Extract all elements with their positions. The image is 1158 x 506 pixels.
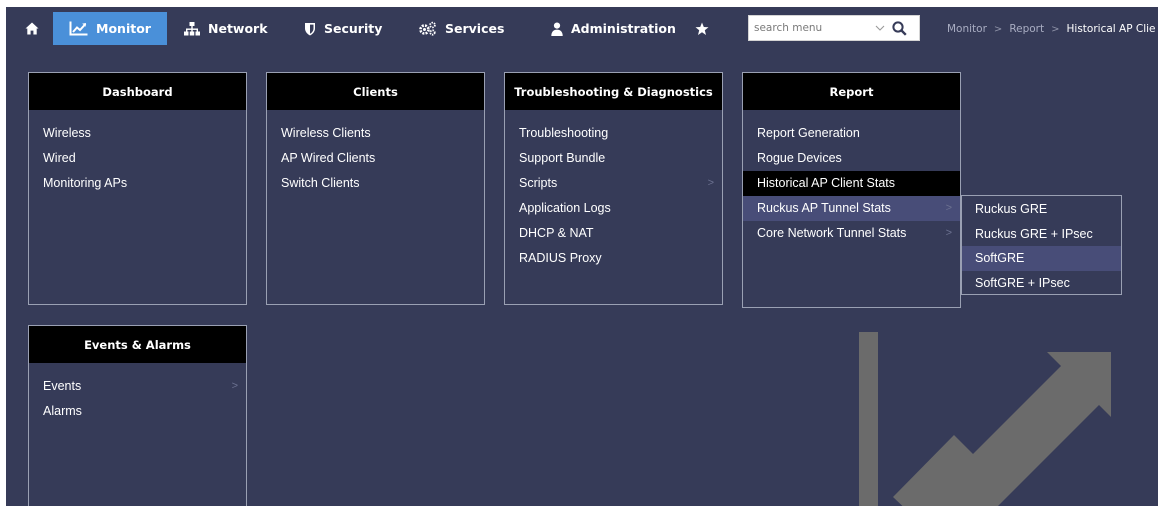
breadcrumb-separator-icon: >: [993, 23, 1003, 35]
nav-home-button[interactable]: [20, 12, 44, 45]
menu-panel-report: Report Report Generation Rogue Devices H…: [742, 72, 961, 308]
submenu-item-ruckus-gre-ipsec[interactable]: Ruckus GRE + IPsec: [962, 222, 1121, 247]
panel-title-troubleshooting: Troubleshooting & Diagnostics: [505, 73, 722, 110]
menu-item-alarms[interactable]: Alarms: [29, 399, 246, 424]
submenu-item-softgre[interactable]: SoftGRE: [962, 246, 1121, 271]
home-icon: [25, 22, 39, 35]
menu-item-scripts-label: Scripts: [519, 176, 558, 190]
breadcrumb-separator-icon: >: [1051, 23, 1060, 35]
menu-item-report-generation[interactable]: Report Generation: [743, 121, 960, 146]
nav-administration-tab[interactable]: Administration: [551, 12, 691, 45]
top-nav-bar: Monitor Network Security Services Admini…: [6, 7, 1158, 49]
nav-network-label: Network: [208, 21, 268, 36]
submenu-item-ruckus-gre[interactable]: Ruckus GRE: [962, 197, 1121, 222]
sitemap-icon: [184, 21, 200, 36]
menu-item-wireless[interactable]: Wireless: [29, 121, 246, 146]
chevron-right-icon: >: [945, 227, 952, 239]
chart-arrow-watermark-icon: [859, 332, 1111, 506]
nav-monitor-tab[interactable]: Monitor: [53, 12, 167, 45]
menu-item-ruckus-ap-tunnel-stats[interactable]: Ruckus AP Tunnel Stats >: [743, 196, 960, 221]
search-icon[interactable]: [888, 20, 910, 36]
menu-item-core-network-tunnel-stats[interactable]: Core Network Tunnel Stats >: [743, 221, 960, 246]
user-icon: [551, 22, 563, 36]
chevron-right-icon: >: [707, 177, 714, 189]
breadcrumb: Monitor > Report > Historical AP Clie: [947, 20, 1156, 38]
breadcrumb-current: Historical AP Clie: [1066, 23, 1156, 35]
chevron-right-icon: >: [945, 202, 952, 214]
nav-services-label: Services: [445, 21, 505, 36]
menu-item-core-network-tunnel-stats-label: Core Network Tunnel Stats: [757, 226, 907, 240]
nav-security-tab[interactable]: Security: [304, 12, 394, 45]
menu-item-rogue-devices[interactable]: Rogue Devices: [743, 146, 960, 171]
panel-title-report: Report: [743, 73, 960, 110]
menu-item-ap-wired-clients[interactable]: AP Wired Clients: [267, 146, 484, 171]
favorites-button[interactable]: [690, 12, 714, 45]
menu-item-support-bundle[interactable]: Support Bundle: [505, 146, 722, 171]
nav-monitor-label: Monitor: [96, 21, 151, 36]
menu-item-application-logs[interactable]: Application Logs: [505, 196, 722, 221]
shield-icon: [304, 22, 316, 36]
menu-panel-clients: Clients Wireless Clients AP Wired Client…: [266, 72, 485, 305]
chevron-down-icon[interactable]: [872, 25, 888, 31]
breadcrumb-report[interactable]: Report: [1009, 23, 1044, 35]
gears-icon: [418, 21, 437, 36]
menu-item-radius-proxy[interactable]: RADIUS Proxy: [505, 246, 722, 271]
star-icon: [695, 22, 709, 36]
menu-panel-events-alarms: Events & Alarms Events > Alarms: [28, 325, 247, 506]
panel-title-dashboard: Dashboard: [29, 73, 246, 110]
submenu-item-softgre-ipsec[interactable]: SoftGRE + IPsec: [962, 271, 1121, 296]
breadcrumb-monitor[interactable]: Monitor: [947, 23, 987, 35]
menu-item-wireless-clients[interactable]: Wireless Clients: [267, 121, 484, 146]
menu-item-troubleshooting[interactable]: Troubleshooting: [505, 121, 722, 146]
menu-item-events-label: Events: [43, 379, 82, 393]
menu-item-historical-ap-client-stats[interactable]: Historical AP Client Stats: [743, 171, 960, 196]
nav-network-tab[interactable]: Network: [184, 12, 274, 45]
submenu-ruckus-ap-tunnel-stats: Ruckus GRE Ruckus GRE + IPsec SoftGRE So…: [961, 195, 1122, 295]
search-input[interactable]: [754, 17, 872, 39]
chevron-right-icon: >: [231, 380, 238, 392]
menu-item-monitoring-aps[interactable]: Monitoring APs: [29, 171, 246, 196]
panel-title-events-alarms: Events & Alarms: [29, 326, 246, 363]
panel-title-clients: Clients: [267, 73, 484, 110]
app-window: Monitor Network Security Services Admini…: [6, 7, 1158, 506]
menu-item-wired[interactable]: Wired: [29, 146, 246, 171]
nav-security-label: Security: [324, 21, 383, 36]
menu-panel-dashboard: Dashboard Wireless Wired Monitoring APs: [28, 72, 247, 305]
menu-item-dhcp-nat[interactable]: DHCP & NAT: [505, 221, 722, 246]
menu-panel-troubleshooting: Troubleshooting & Diagnostics Troublesho…: [504, 72, 723, 305]
menu-item-scripts[interactable]: Scripts >: [505, 171, 722, 196]
menu-item-events[interactable]: Events >: [29, 374, 246, 399]
line-chart-icon: [69, 21, 88, 36]
menu-search-box: [748, 15, 920, 41]
nav-administration-label: Administration: [571, 21, 676, 36]
nav-services-tab[interactable]: Services: [418, 12, 508, 45]
menu-item-switch-clients[interactable]: Switch Clients: [267, 171, 484, 196]
menu-item-ruckus-ap-tunnel-stats-label: Ruckus AP Tunnel Stats: [757, 201, 891, 215]
